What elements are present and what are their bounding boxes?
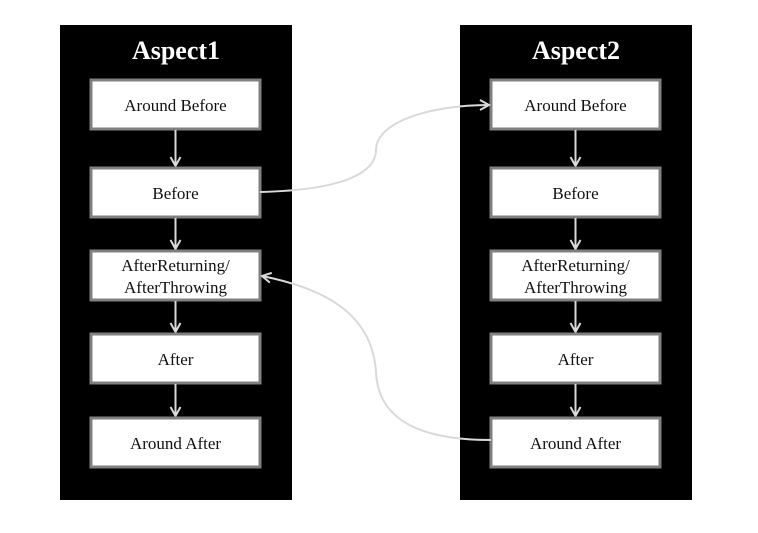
connector-aspect2-around-after-to-afterreturning (262, 276, 492, 441)
aspect-panel-2: Aspect2 Around Before Before AfterReturning… (460, 25, 692, 500)
advice-step-box: Before (89, 166, 262, 219)
aop-advice-order-diagram: Aspect1 Around Before Before AfterReturning… (60, 25, 692, 500)
advice-step-box: Around Before (489, 78, 662, 131)
advice-step-label: After (558, 350, 594, 369)
advice-step-box: Around After (489, 416, 662, 469)
advice-step-box: AfterReturning/AfterThrowing (89, 249, 262, 302)
aspect-panel-1: Aspect1 Around Before Before AfterReturning… (60, 25, 292, 500)
advice-step-label: Around After (130, 434, 221, 453)
aspect-title: Aspect2 (532, 36, 620, 65)
advice-step-box: Around After (89, 416, 262, 469)
advice-step-label: Around Before (524, 96, 626, 115)
advice-step-label: Before (552, 184, 598, 203)
aspect-title: Aspect1 (132, 36, 220, 65)
advice-step-box: Before (489, 166, 662, 219)
connector-before-to-aspect2-around-before (259, 105, 489, 193)
advice-step-label: Before (152, 184, 198, 203)
advice-step-box: After (89, 332, 262, 385)
advice-step-label: Around Before (124, 96, 226, 115)
advice-step-label: Around After (530, 434, 621, 453)
advice-step-box: After (489, 332, 662, 385)
advice-step-box: AfterReturning/AfterThrowing (489, 249, 662, 302)
advice-step-label: After (158, 350, 194, 369)
advice-step-box: Around Before (89, 78, 262, 131)
